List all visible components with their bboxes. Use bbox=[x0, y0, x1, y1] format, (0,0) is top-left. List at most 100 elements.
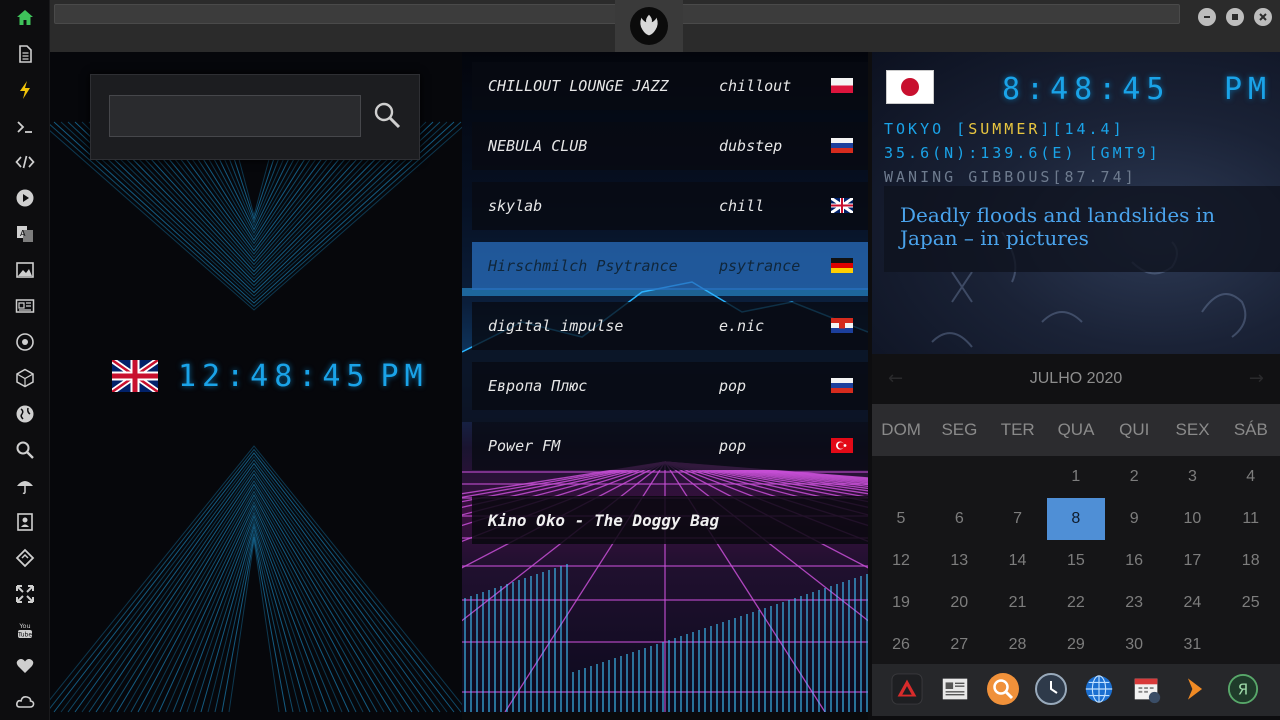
cloud-icon[interactable] bbox=[14, 691, 36, 713]
calendar-app-icon[interactable] bbox=[1130, 672, 1164, 706]
calendar-day[interactable]: 22 bbox=[1047, 582, 1105, 624]
news-headline-box[interactable]: Deadly floods and landslides in Japan – … bbox=[884, 186, 1280, 272]
calendar-day[interactable]: 10 bbox=[1163, 498, 1221, 540]
home-icon[interactable] bbox=[14, 7, 36, 29]
calendar-day[interactable]: 3 bbox=[1163, 456, 1221, 498]
search-icon[interactable] bbox=[14, 439, 36, 461]
station-row[interactable]: NEBULA CLUB dubstep bbox=[472, 122, 868, 170]
news-icon[interactable] bbox=[14, 295, 36, 317]
japan-flag-icon bbox=[886, 70, 934, 104]
station-name: Hirschmilch Psytrance bbox=[488, 257, 678, 275]
germany-flag-icon bbox=[831, 258, 853, 273]
station-row[interactable]: skylab chill bbox=[472, 182, 868, 230]
search-app-icon[interactable] bbox=[986, 672, 1020, 706]
calendar-day[interactable]: 14 bbox=[989, 540, 1047, 582]
calendar-day[interactable]: 1 bbox=[1047, 456, 1105, 498]
calendar-day[interactable]: 5 bbox=[872, 498, 930, 540]
lightning-icon[interactable] bbox=[14, 79, 36, 101]
aperture-icon[interactable] bbox=[14, 331, 36, 353]
coordinates: 35.6(N):139.6(E) [GMT9] bbox=[884, 144, 1161, 162]
news-headline[interactable]: Deadly floods and landslides in Japan – … bbox=[900, 203, 1215, 250]
station-name: digital impulse bbox=[488, 317, 624, 335]
arrow-app-icon[interactable] bbox=[1178, 672, 1212, 706]
station-row[interactable]: CHILLOUT LOUNGE JAZZ chillout bbox=[472, 62, 868, 110]
local-clock: 12:48:45 PM bbox=[112, 356, 429, 396]
calendar-day[interactable]: 28 bbox=[989, 624, 1047, 666]
minimize-button[interactable] bbox=[1198, 8, 1216, 26]
station-row[interactable]: Европа Плюс pop bbox=[472, 362, 868, 410]
weekday-label: TER bbox=[1000, 420, 1035, 439]
calendar-day[interactable]: 19 bbox=[872, 582, 930, 624]
local-clock-time: 12:48:45 bbox=[178, 358, 371, 394]
magnifier-icon bbox=[374, 102, 401, 129]
now-playing-title: Kino Oko - The Doggy Bag bbox=[488, 510, 720, 530]
temperature: [14.4] bbox=[1052, 120, 1125, 138]
station-name: NEBULA CLUB bbox=[488, 137, 588, 155]
rebel-logo-tab[interactable] bbox=[615, 0, 683, 52]
search-input[interactable] bbox=[109, 95, 361, 137]
station-name: CHILLOUT LOUNGE JAZZ bbox=[488, 77, 669, 95]
youtube-icon[interactable]: You Tube bbox=[14, 619, 36, 641]
news-reader-icon[interactable] bbox=[938, 672, 972, 706]
calendar-day[interactable]: 31 bbox=[1163, 624, 1221, 666]
station-genre: chillout bbox=[719, 77, 792, 95]
title-bar bbox=[50, 0, 1280, 52]
weekday-label: QUA bbox=[1057, 420, 1095, 439]
cube-icon[interactable] bbox=[14, 367, 36, 389]
calendar-day[interactable]: 12 bbox=[872, 540, 930, 582]
calendar-day[interactable]: 13 bbox=[930, 540, 988, 582]
play-icon[interactable] bbox=[14, 187, 36, 209]
umbrella-icon[interactable] bbox=[14, 475, 36, 497]
maximize-button[interactable] bbox=[1226, 8, 1244, 26]
calendar-day[interactable]: 29 bbox=[1047, 624, 1105, 666]
station-row[interactable]: Power FM pop bbox=[472, 422, 868, 470]
rebel-alliance-icon bbox=[630, 7, 668, 45]
calendar-day[interactable]: 2 bbox=[1105, 456, 1163, 498]
calendar-day[interactable]: 21 bbox=[989, 582, 1047, 624]
calendar-day[interactable]: 9 bbox=[1105, 498, 1163, 540]
calendar-day[interactable]: 20 bbox=[930, 582, 988, 624]
image-icon[interactable] bbox=[14, 259, 36, 281]
globe-app-icon[interactable] bbox=[1082, 672, 1116, 706]
calendar-day[interactable]: 17 bbox=[1163, 540, 1221, 582]
contact-icon[interactable] bbox=[14, 511, 36, 533]
yandex-icon[interactable]: Я bbox=[1226, 672, 1260, 706]
heart-icon[interactable] bbox=[14, 655, 36, 677]
next-month-icon[interactable]: → bbox=[1249, 368, 1264, 389]
document-icon[interactable] bbox=[14, 43, 36, 65]
station-row[interactable]: digital impulse e.nic bbox=[472, 302, 868, 350]
prev-month-icon[interactable]: ← bbox=[888, 368, 903, 389]
clock-app-icon[interactable] bbox=[1034, 672, 1068, 706]
calendar-day-today[interactable]: 8 bbox=[1046, 498, 1105, 540]
season: SUMMER bbox=[968, 120, 1041, 138]
calendar-day[interactable]: 23 bbox=[1105, 582, 1163, 624]
code-icon[interactable] bbox=[14, 151, 36, 173]
vivaldi-icon[interactable] bbox=[890, 672, 924, 706]
station-genre: pop bbox=[719, 377, 747, 395]
local-clock-ampm: PM bbox=[380, 358, 429, 394]
calendar-days: 1 2 3 4 5 6 7 8 9 10 11 12 13 14 15 16 17 18 19 20 21 22 23 24 2… bbox=[872, 456, 1280, 666]
expand-icon[interactable] bbox=[14, 583, 36, 605]
calendar-day[interactable]: 27 bbox=[930, 624, 988, 666]
calendar-day[interactable]: 30 bbox=[1105, 624, 1163, 666]
now-playing-bar[interactable]: Kino Oko - The Doggy Bag bbox=[472, 496, 868, 544]
calendar-day[interactable]: 15 bbox=[1047, 540, 1105, 582]
weekday-label: QUI bbox=[1119, 420, 1150, 439]
calendar-day[interactable]: 4 bbox=[1222, 456, 1280, 498]
calendar-day[interactable]: 25 bbox=[1222, 582, 1280, 624]
calendar-day[interactable]: 16 bbox=[1105, 540, 1163, 582]
close-button[interactable] bbox=[1254, 8, 1272, 26]
search-button[interactable] bbox=[369, 97, 405, 133]
terminal-icon[interactable] bbox=[14, 116, 36, 138]
calendar-day[interactable]: 18 bbox=[1222, 540, 1280, 582]
globe-icon[interactable] bbox=[14, 403, 36, 425]
translate-icon[interactable]: A bbox=[14, 223, 36, 245]
calendar-day[interactable]: 7 bbox=[989, 498, 1047, 540]
station-row[interactable]: Hirschmilch Psytrance psytrance bbox=[472, 242, 868, 290]
calendar-day[interactable]: 11 bbox=[1222, 498, 1280, 540]
calendar-day[interactable]: 24 bbox=[1163, 582, 1221, 624]
russia-flag-icon bbox=[831, 378, 853, 393]
calendar-day[interactable]: 6 bbox=[930, 498, 988, 540]
tag-icon[interactable] bbox=[14, 547, 36, 569]
calendar-day[interactable]: 26 bbox=[872, 624, 930, 666]
